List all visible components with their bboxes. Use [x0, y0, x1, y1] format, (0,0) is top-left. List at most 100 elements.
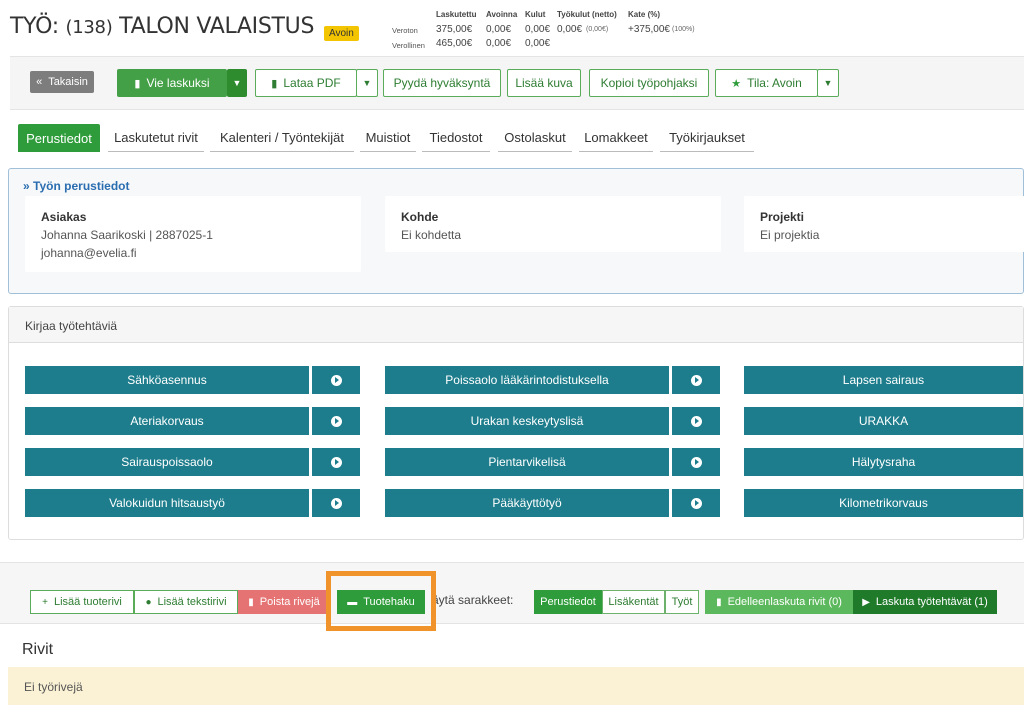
tab-muistiot[interactable]: Muistiot — [360, 124, 416, 152]
trash-icon: ▮ — [248, 596, 254, 608]
project-card: Projekti Ei projektia — [744, 196, 1024, 252]
plus-icon: + — [42, 596, 48, 608]
double-chevron-down-icon: » — [23, 179, 30, 193]
fin-header-kulut: Kulut — [525, 10, 546, 19]
tasks-title: Kirjaa työtehtäviä — [25, 319, 118, 333]
tab-tiedostot[interactable]: Tiedostot — [422, 124, 490, 152]
tab-laskutetut-rivit[interactable]: Laskutetut rivit — [108, 124, 204, 152]
invoice-label: Vie laskuksi — [146, 76, 210, 90]
delete-rows-button[interactable]: ▮ Poista rivejä — [238, 590, 330, 614]
play-icon — [690, 456, 702, 468]
fin-veroton-tyokulut-sub: (0,00€) — [586, 26, 609, 33]
status-button[interactable]: ★ Tila: Avoin — [715, 69, 818, 97]
fin-header-tyokulut: Työkulut (netto) — [557, 10, 617, 19]
add-text-row-label: Lisää tekstirivi — [157, 596, 227, 608]
task-button-sairauspoissaolo[interactable]: Sairauspoissaolo — [25, 448, 309, 476]
tab-ostolaskut[interactable]: Ostolaskut — [498, 124, 572, 152]
customer-email[interactable]: johanna@evelia.fi — [41, 246, 137, 260]
empty-rows-notice: Ei työrivejä — [8, 667, 1024, 705]
job-name: TALON VALAISTUS — [119, 14, 315, 39]
task-button-urakka[interactable]: URAKKA — [744, 407, 1023, 435]
target-label: Kohde — [401, 210, 439, 224]
pdf-dropdown-button[interactable]: ▼ — [356, 69, 378, 97]
pdf-file-icon: ▮ — [271, 77, 278, 90]
task-button-kilometrikorvaus[interactable]: Kilometrikorvaus — [744, 489, 1023, 517]
target-card: Kohde Ei kohdetta — [385, 196, 721, 252]
task-button-poissaolo[interactable]: Poissaolo lääkärintodistuksella — [385, 366, 669, 394]
delete-rows-label: Poista rivejä — [259, 596, 320, 608]
tab-kalenteri[interactable]: Kalenteri / Työntekijät — [210, 124, 354, 152]
request-approval-label: Pyydä hyväksyntä — [393, 76, 491, 90]
pdf-label: Lataa PDF — [283, 76, 341, 90]
star-icon: ★ — [731, 77, 742, 90]
target-value: Ei kohdetta — [401, 228, 462, 242]
task-start-urakan-keskeytyslisa[interactable] — [672, 407, 720, 435]
fin-row-verollinen-label: Verollinen — [392, 41, 425, 50]
page-title: TYÖ: (138) TALON VALAISTUS — [10, 14, 314, 39]
task-button-valokuidun-hitsaustyo[interactable]: Valokuidun hitsaustyö — [25, 489, 309, 517]
copy-template-label: Kopioi työpohjaksi — [600, 76, 698, 90]
copy-template-button[interactable]: Kopioi työpohjaksi — [589, 69, 709, 97]
add-product-row-button[interactable]: + Lisää tuoterivi — [30, 590, 134, 614]
task-button-lapsen-sairaus[interactable]: Lapsen sairaus — [744, 366, 1023, 394]
project-value: Ei projektia — [760, 228, 820, 242]
columns-tab-works[interactable]: Työt — [665, 590, 699, 614]
task-button-halytysraha[interactable]: Hälytysraha — [744, 448, 1023, 476]
add-text-row-button[interactable]: ● Lisää tekstirivi — [134, 590, 238, 614]
tab-lomakkeet[interactable]: Lomakkeet — [579, 124, 653, 152]
show-columns-label: äytä sarakkeet: — [432, 593, 514, 607]
task-start-paakayttotyo[interactable] — [672, 489, 720, 517]
basic-info-toggle[interactable]: » Työn perustiedot — [23, 179, 129, 193]
empty-rows-text: Ei työrivejä — [24, 680, 83, 694]
fin-veroton-kate-sub: (100%) — [672, 26, 695, 33]
back-button[interactable]: « Takaisin — [30, 71, 94, 93]
task-button-pientarvikelisa[interactable]: Pientarvikelisä — [385, 448, 669, 476]
task-start-ateriakorvaus[interactable] — [312, 407, 360, 435]
invoice-tasks-button[interactable]: ▶ Laskuta työtehtävät (1) — [853, 590, 997, 614]
double-chevron-left-icon: « — [36, 76, 43, 88]
columns-tab-extra[interactable]: Lisäkentät — [602, 590, 665, 614]
task-button-sahkoasennus[interactable]: Sähköasennus — [25, 366, 309, 394]
project-label: Projekti — [760, 210, 805, 224]
tasks-panel: Kirjaa työtehtäviä Sähköasennus Ateriako… — [8, 306, 1024, 540]
task-start-poissaolo[interactable] — [672, 366, 720, 394]
columns-tab-basic[interactable]: Perustiedot — [534, 590, 602, 614]
highlight-box — [326, 571, 436, 631]
fin-veroton-kate: +375,00€ — [628, 24, 670, 35]
customer-line1: Johanna Saarikoski | 2887025-1 — [41, 228, 213, 242]
status-badge: Avoin — [324, 26, 359, 41]
task-button-ateriakorvaus[interactable]: Ateriakorvaus — [25, 407, 309, 435]
tab-tyokirjaukset[interactable]: Työkirjaukset — [660, 124, 754, 152]
task-start-pientarvikelisa[interactable] — [672, 448, 720, 476]
status-dropdown-button[interactable]: ▼ — [817, 69, 839, 97]
rows-title: Rivit — [22, 641, 54, 658]
task-button-urakan-keskeytyslisa[interactable]: Urakan keskeytyslisä — [385, 407, 669, 435]
caret-down-icon: ▼ — [823, 78, 833, 88]
fin-verollinen-kulut: 0,00€ — [525, 38, 551, 49]
task-start-sahkoasennus[interactable] — [312, 366, 360, 394]
task-button-paakayttotyo[interactable]: Pääkäyttötyö — [385, 489, 669, 517]
invoice-button[interactable]: ▮ Vie laskuksi — [117, 69, 227, 97]
truck-icon: ▶ — [862, 596, 870, 608]
play-icon — [330, 374, 342, 386]
fin-header-avoinna: Avoinna — [486, 10, 518, 19]
task-start-valokuidun-hitsaustyo[interactable] — [312, 489, 360, 517]
tab-perustiedot[interactable]: Perustiedot — [18, 124, 100, 152]
fin-header-laskutettu: Laskutettu — [436, 10, 477, 19]
invoice-dropdown-button[interactable]: ▼ — [227, 69, 247, 97]
job-header: TYÖ: (138) TALON VALAISTUS Avoin Laskute… — [0, 0, 1024, 56]
add-image-button[interactable]: Lisää kuva — [507, 69, 581, 97]
document-icon: ▮ — [134, 77, 141, 90]
fin-row-veroton-label: Veroton — [392, 26, 418, 35]
play-icon — [330, 456, 342, 468]
play-icon — [690, 497, 702, 509]
play-icon — [330, 415, 342, 427]
fin-verollinen-laskutettu: 465,00€ — [436, 38, 473, 49]
request-approval-button[interactable]: Pyydä hyväksyntä — [383, 69, 501, 97]
back-label: Takaisin — [48, 76, 88, 88]
pdf-button[interactable]: ▮ Lataa PDF — [255, 69, 357, 97]
fin-veroton-avoinna: 0,00€ — [486, 24, 512, 35]
status-label: Tila: Avoin — [747, 76, 802, 90]
task-start-sairauspoissaolo[interactable] — [312, 448, 360, 476]
forward-invoice-rows-button[interactable]: ▮ Edelleenlaskuta rivit (0) — [705, 590, 853, 614]
